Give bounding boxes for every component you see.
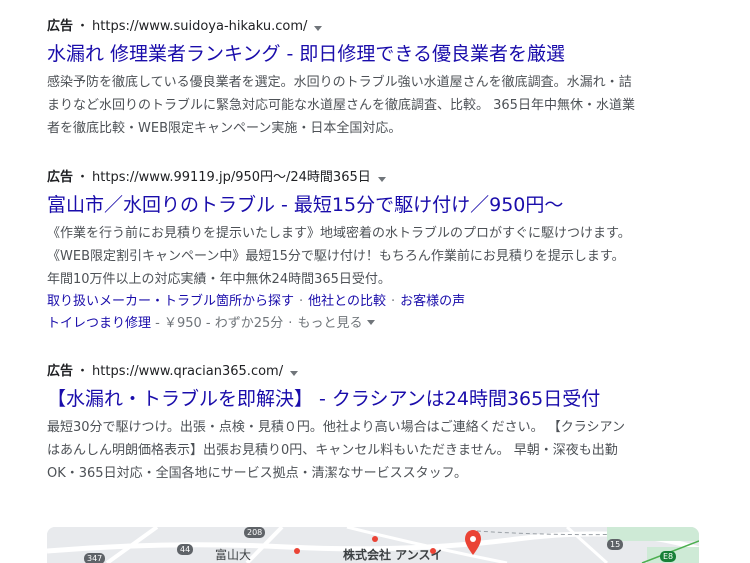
separator-dot: ・ bbox=[76, 170, 90, 185]
road-208-badge: 208 bbox=[244, 527, 266, 538]
map-label-city: 富山大 bbox=[215, 548, 252, 562]
show-more-link[interactable]: もっと見る bbox=[297, 316, 362, 331]
ad-title-link[interactable]: 【水漏れ・トラブルを即解決】 - クラシアンは24時間365日受付 bbox=[47, 385, 667, 413]
ad-url[interactable]: https://www.qracian365.com/ bbox=[92, 363, 283, 381]
sitelink-separator: · bbox=[299, 294, 304, 309]
ad-label: 広告 bbox=[47, 364, 74, 379]
ad-sub-row: トイレつまり修理 - ￥950 - わずか25分 · もっと見る bbox=[47, 313, 667, 335]
ad-result-3: 広告 ・ https://www.qracian365.com/ 【水漏れ・トラ… bbox=[47, 363, 667, 485]
map-preview[interactable]: 208 44 347 15 E8 富山大 株式会社 アンスイ bbox=[47, 527, 699, 563]
sitelink-manufacturers[interactable]: 取り扱いメーカー・トラブル箇所から探す bbox=[47, 294, 294, 309]
chevron-down-icon[interactable] bbox=[367, 320, 376, 325]
separator-dot: ・ bbox=[76, 19, 90, 34]
road-347-badge: 347 bbox=[84, 553, 106, 563]
sitelink-separator: · bbox=[391, 294, 396, 309]
ad-options-caret-icon[interactable] bbox=[314, 25, 323, 31]
sublink-toilet-repair[interactable]: トイレつまり修理 bbox=[47, 316, 151, 331]
sublink-price: - ￥950 - bbox=[151, 316, 215, 331]
ad-label: 広告 bbox=[47, 19, 74, 34]
ad-label: 広告 bbox=[47, 170, 74, 185]
ad-sitelinks: 取り扱いメーカー・トラブル箇所から探す · 他社との比較 · お客様の声 bbox=[47, 291, 667, 313]
road-15-badge: 15 bbox=[607, 539, 624, 550]
map-label-company: 株式会社 アンスイ bbox=[343, 548, 443, 562]
ad-url[interactable]: https://www.suidoya-hikaku.com/ bbox=[92, 18, 307, 36]
ad-title-link[interactable]: 水漏れ 修理業者ランキング - 即日修理できる優良業者を厳選 bbox=[47, 40, 667, 68]
sublink-time: わずか25分 bbox=[214, 316, 284, 331]
ad-result-1: 広告 ・ https://www.suidoya-hikaku.com/ 水漏れ… bbox=[47, 18, 667, 140]
ad-url[interactable]: https://www.99119.jp/950円〜/24時間365日 bbox=[92, 169, 371, 187]
road-e8-badge: E8 bbox=[660, 551, 677, 562]
ad-title-link[interactable]: 富山市／水回りのトラブル - 最短15分で駆け付け／950円〜 bbox=[47, 191, 667, 219]
ad-meta: 広告 ・ https://www.99119.jp/950円〜/24時間365日 bbox=[47, 169, 667, 187]
ad-description: 《作業を行う前にお見積りを提示いたします》地域密着の水トラブルのプロがすぐに駆け… bbox=[47, 226, 631, 287]
sitelink-separator: · bbox=[288, 316, 293, 331]
sitelink-comparison[interactable]: 他社との比較 bbox=[308, 294, 386, 309]
ad-result-2: 広告 ・ https://www.99119.jp/950円〜/24時間365日… bbox=[47, 169, 667, 335]
ad-description: 最短30分で駆けつけ。出張・点検・見積０円。他社より高い場合はご連絡ください。 … bbox=[47, 420, 625, 481]
ad-options-caret-icon[interactable] bbox=[290, 370, 299, 376]
sitelink-reviews[interactable]: お客様の声 bbox=[400, 294, 465, 309]
ad-description: 感染予防を徹底している優良業者を選定。水回りのトラブル強い水道屋さんを徹底調査。… bbox=[47, 75, 635, 136]
ad-meta: 広告 ・ https://www.suidoya-hikaku.com/ bbox=[47, 18, 667, 36]
separator-dot: ・ bbox=[76, 364, 90, 379]
road-44-badge: 44 bbox=[177, 544, 194, 555]
ad-options-caret-icon[interactable] bbox=[377, 176, 386, 182]
ad-meta: 広告 ・ https://www.qracian365.com/ bbox=[47, 363, 667, 381]
